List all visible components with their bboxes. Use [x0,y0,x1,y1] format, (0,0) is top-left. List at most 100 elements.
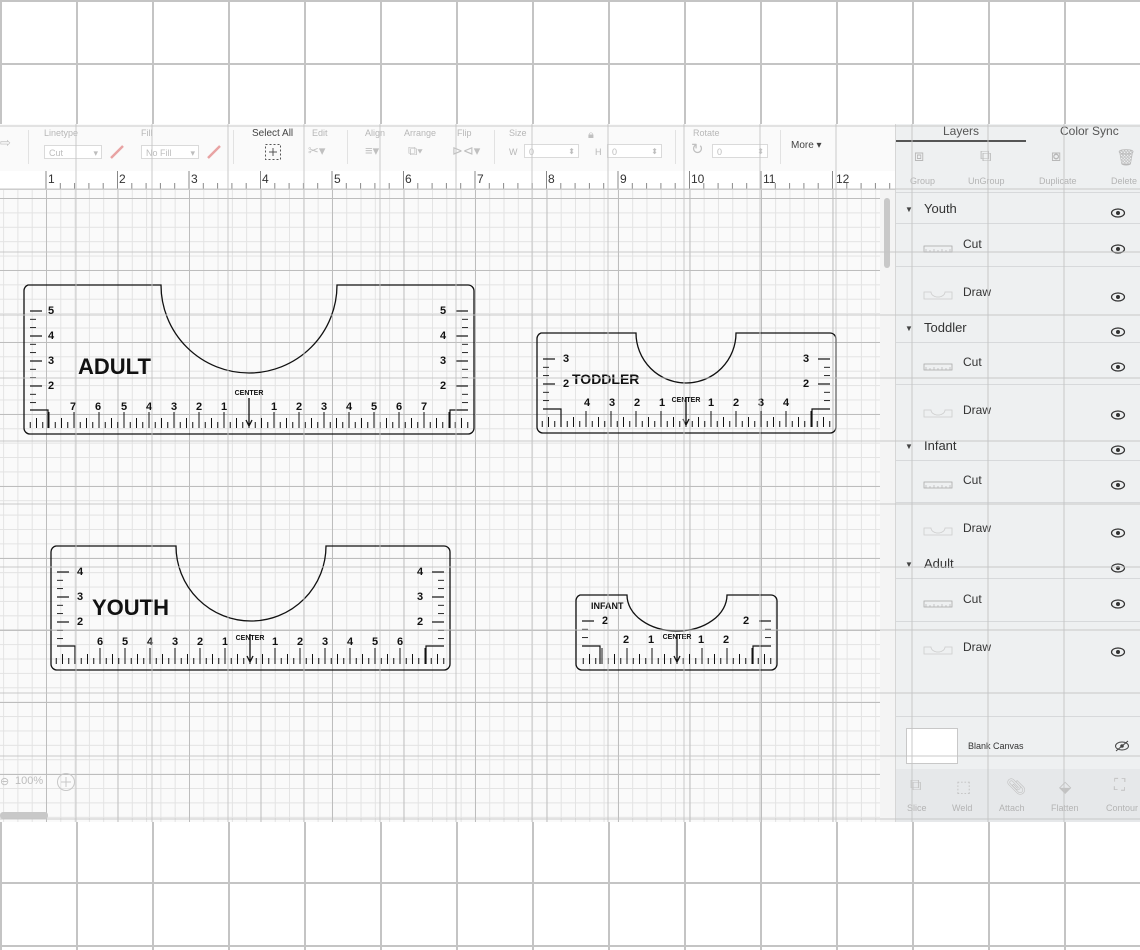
scale-label: 1 [648,634,654,646]
ruler-label: 11 [763,172,776,186]
scale-label: 2 [296,401,302,413]
attach-icon[interactable]: 📎︎ [1006,777,1026,797]
infant-ruler[interactable]: INFANT CENTER 2 1 1 2 2 2 [575,594,778,671]
linetype-select[interactable]: Cut ▾ [44,145,102,159]
scale-label: 1 [222,636,228,648]
caret-down-icon[interactable]: ▼ [905,560,913,569]
align-icon[interactable]: ≡▾ [365,144,379,158]
caret-down-icon[interactable]: ▼ [905,205,913,214]
caret-down-icon[interactable]: ▼ [905,442,913,451]
scale-label: 3 [321,401,327,413]
duplicate-icon[interactable]: ⧇ [1051,148,1061,166]
contour-icon[interactable]: ⛶ [1114,777,1125,795]
weld-button[interactable]: Weld [952,803,972,813]
scale-label: 4 [147,636,154,648]
flip-icon[interactable]: ⊳⊲▾ [452,144,480,158]
scissors-icon[interactable]: ✂▾ [308,144,325,158]
eye-icon[interactable] [1110,596,1126,609]
more-menu-button[interactable]: More ▾ [791,140,822,151]
eye-icon[interactable] [1110,477,1126,490]
eye-icon[interactable] [1110,241,1126,254]
layer-item-row[interactable]: Draw [896,277,1140,309]
scale-label: 5 [372,636,378,648]
corner-bracket [449,409,468,428]
tab-layers[interactable]: Layers [943,124,979,138]
layer-item-row[interactable]: Cut [896,589,1140,622]
layer-item-row[interactable]: Cut [896,470,1140,503]
eye-icon[interactable] [1110,560,1126,573]
layer-group-name: Adult [924,556,954,571]
size-w-label: W [509,147,518,157]
adult-ruler[interactable]: ADULT CENTER 7 6 5 4 3 2 1 1 2 3 4 5 6 7… [23,284,475,435]
ruler-label: 1 [48,172,55,186]
scale-label: 2 [723,634,729,646]
design-space-app: ⇨ Linetype Cut ▾ Fill No Fill ▾ Select All… [0,124,1140,822]
layer-group-row[interactable]: ▼ Toddler [896,316,1140,343]
linetype-color-swatch-icon[interactable] [108,144,126,160]
eye-icon[interactable] [1110,407,1126,420]
ruler-label: 9 [620,172,627,186]
side-label: 2 [743,615,749,627]
scale-label: 6 [397,636,403,648]
eye-icon[interactable] [1110,205,1126,218]
contour-button[interactable]: Contour [1106,803,1138,813]
layer-item-row[interactable]: Draw [896,513,1140,545]
blank-canvas-swatch[interactable] [906,728,958,764]
tab-color-sync[interactable]: Color Sync [1060,124,1119,138]
layer-group-row[interactable]: ▼ Adult [896,552,1140,579]
caret-down-icon[interactable]: ▼ [905,324,913,333]
youth-ruler[interactable]: YOUTH CENTER 6 5 4 3 2 1 1 2 3 4 5 6 4 3… [50,545,451,671]
rotate-label: Rotate [693,128,720,138]
fill-color-swatch-icon[interactable] [205,144,223,160]
design-artwork: ADULT CENTER 7 6 5 4 3 2 1 1 2 3 4 5 6 7… [23,284,837,671]
layer-item-row[interactable]: Cut [896,234,1140,267]
slice-icon[interactable]: ⧉ [910,777,921,795]
fill-value: No Fill [146,148,172,158]
flatten-button[interactable]: Flatten [1051,803,1079,813]
select-all-icon[interactable] [264,143,282,161]
slice-button[interactable]: Slice [907,803,927,813]
lock-icon[interactable]: 🔒︎ [588,128,594,142]
center-arrow-icon [245,398,253,428]
layer-item-row[interactable]: Cut [896,352,1140,385]
eye-icon[interactable] [1110,289,1126,302]
ruler-center-label: CENTER [235,390,264,397]
edit-toolbar: ⇨ Linetype Cut ▾ Fill No Fill ▾ Select All… [0,124,895,172]
eye-icon[interactable] [1110,324,1126,337]
eye-icon[interactable] [1110,525,1126,538]
height-input[interactable]: 0 ⬍ [607,144,662,158]
ruler-title: INFANT [591,601,624,611]
eye-icon[interactable] [1110,442,1126,455]
ungroup-button[interactable]: UnGroup [968,176,1005,186]
redo-icon[interactable]: ⇨ [0,136,11,150]
hidden-eye-icon[interactable] [1114,740,1130,752]
group-button[interactable]: Group [910,176,935,186]
delete-button[interactable]: Delete [1111,176,1137,186]
rotate-input[interactable]: 0 ⬍ [712,144,768,158]
layer-item-row[interactable]: Draw [896,632,1140,664]
flatten-icon[interactable]: ⬙ [1059,777,1071,797]
layer-group-row[interactable]: ▼ Infant [896,434,1140,461]
vertical-scroll-thumb[interactable] [884,198,890,268]
layer-item-row[interactable]: Draw [896,395,1140,427]
toddler-ruler[interactable]: TODDLER CENTER 4 3 2 1 1 2 3 4 3 2 3 2 [536,332,837,434]
linetype-label: Linetype [44,128,79,138]
scale-label: 2 [196,401,202,413]
ungroup-icon[interactable]: ⧉ [980,148,991,166]
layer-group-row[interactable]: ▼ Youth [896,197,1140,224]
side-label: 2 [563,378,569,390]
eye-icon[interactable] [1110,644,1126,657]
linetype-value: Cut [49,148,64,158]
fill-select[interactable]: No Fill ▾ [141,145,199,159]
duplicate-button[interactable]: Duplicate [1039,176,1077,186]
arrange-icon[interactable]: ⧉▾ [408,144,423,158]
width-input[interactable]: 0 ⬍ [524,144,579,158]
group-icon[interactable]: ⧈ [914,148,924,166]
attach-button[interactable]: Attach [999,803,1025,813]
vertical-scrollbar[interactable] [880,190,895,822]
scale-label: 2 [623,634,629,646]
delete-icon[interactable]: 🗑︎ [1116,148,1136,168]
weld-icon[interactable]: ⬚ [956,777,971,797]
rotate-icon[interactable]: ↻ [691,142,704,157]
eye-icon[interactable] [1110,359,1126,372]
